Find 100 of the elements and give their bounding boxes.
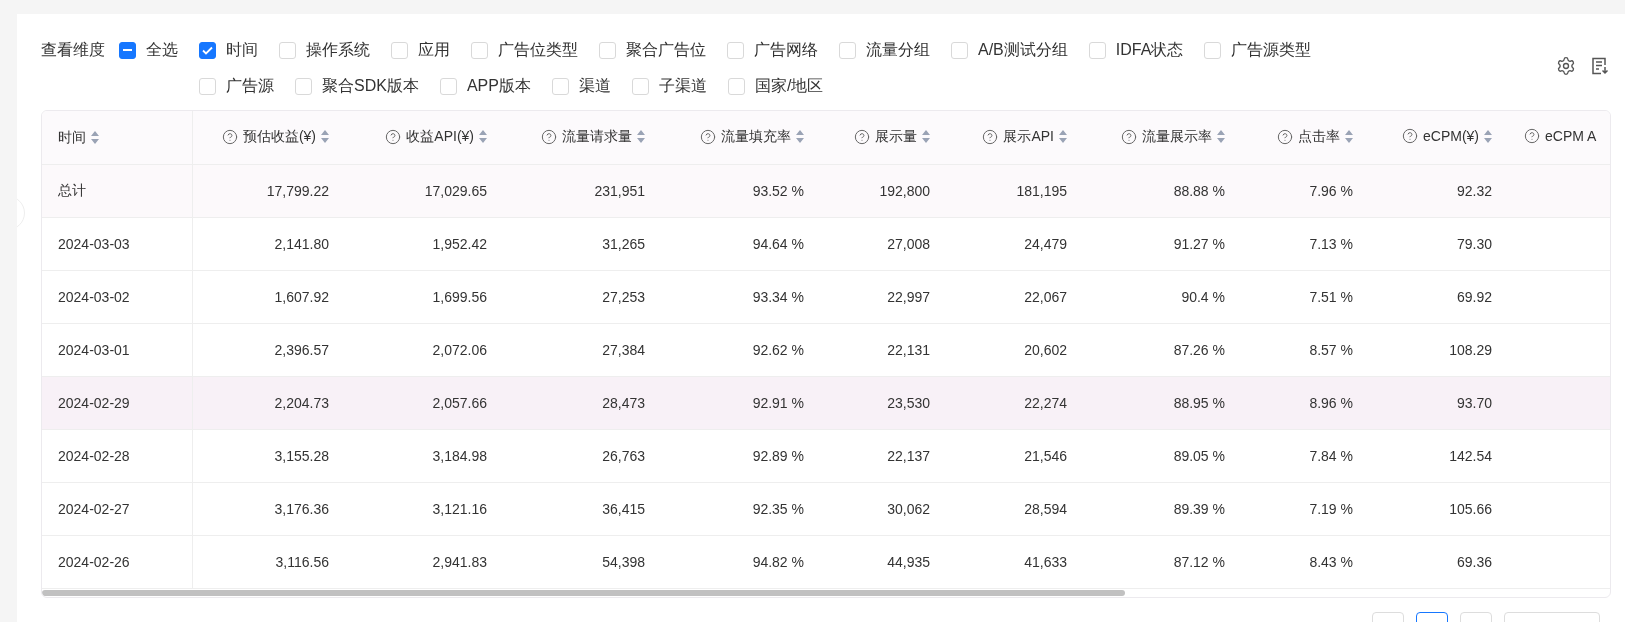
checkbox-label[interactable]: IDFA状态 xyxy=(1115,39,1184,61)
help-icon[interactable] xyxy=(1402,128,1418,144)
column-header[interactable]: 展示API xyxy=(946,111,1083,165)
column-header[interactable]: 展示量 xyxy=(820,111,946,165)
table-cell: 3,176.36 xyxy=(192,482,345,536)
table-cell: 8.96 % xyxy=(1241,376,1369,430)
sort-icon[interactable] xyxy=(321,130,329,143)
table-cell: 69.36 xyxy=(1369,535,1508,589)
table-cell: 2024-03-01 xyxy=(42,323,192,377)
table-cell: 94.82 % xyxy=(661,535,820,589)
sort-icon[interactable] xyxy=(91,131,99,144)
column-header[interactable]: eCPM(¥) xyxy=(1369,111,1508,165)
checkbox-label[interactable]: 广告网络 xyxy=(754,39,818,61)
check-icon xyxy=(202,45,213,55)
help-icon[interactable] xyxy=(385,128,402,145)
table-cell: 7.96 % xyxy=(1241,164,1369,218)
checkbox[interactable] xyxy=(119,41,136,59)
help-icon[interactable] xyxy=(982,128,999,145)
table-cell: 7.51 % xyxy=(1241,270,1369,324)
table-cell: 92.32 xyxy=(1369,164,1508,218)
checkbox-label[interactable]: 子渠道 xyxy=(658,75,707,97)
table-cell: 93.70 xyxy=(1369,376,1508,430)
table-cell: 17,029.65 xyxy=(345,164,503,218)
table-cell: 91.27 % xyxy=(1083,217,1241,271)
table-cell: 2,141.80 xyxy=(192,217,345,271)
table-cell: 93.52 % xyxy=(661,164,820,218)
checkbox-label[interactable]: 应用 xyxy=(418,39,450,61)
help-icon[interactable] xyxy=(1277,128,1293,145)
column-header[interactable]: 流量请求量 xyxy=(503,111,661,165)
table-cell: 92.91 % xyxy=(661,376,820,430)
checkbox-label[interactable]: 流量分组 xyxy=(866,39,930,61)
table-cell: 41,633 xyxy=(946,535,1083,589)
sort-icon[interactable] xyxy=(1484,129,1492,143)
column-header[interactable]: 收益API(¥) xyxy=(345,111,503,165)
table-cell: 2,941.83 xyxy=(345,535,503,589)
settings-icon[interactable] xyxy=(1556,56,1576,76)
table-cell: 3,116.56 xyxy=(192,535,345,589)
help-icon[interactable] xyxy=(541,128,557,145)
table-cell: 92.89 % xyxy=(661,429,820,483)
table-cell: 31,265 xyxy=(503,217,661,271)
table-cell: 3,184.98 xyxy=(345,429,503,483)
table-cell: 88.95 % xyxy=(1083,376,1241,430)
help-icon[interactable] xyxy=(1121,128,1137,145)
table-cell: 90.4 % xyxy=(1083,270,1241,324)
help-icon[interactable] xyxy=(221,128,238,145)
filter-label: 查看维度 xyxy=(41,40,105,60)
checkbox-label[interactable]: 广告位类型 xyxy=(498,39,578,61)
table-cell: 总计 xyxy=(42,164,192,218)
table-cell: 2024-03-03 xyxy=(42,217,192,271)
scrollbar-thumb[interactable] xyxy=(42,590,1125,596)
table-cell: 92.62 % xyxy=(661,323,820,377)
table-cell: 26,763 xyxy=(503,429,661,483)
sort-icon[interactable] xyxy=(1345,130,1353,143)
checkbox-label[interactable]: 全选 xyxy=(146,39,178,61)
sort-icon[interactable] xyxy=(1217,130,1225,143)
sort-icon[interactable] xyxy=(1059,130,1067,143)
table-cell: 7.84 % xyxy=(1241,429,1369,483)
checkbox-label[interactable]: 国家/地区 xyxy=(754,75,824,97)
help-icon[interactable] xyxy=(854,128,870,145)
column-header[interactable]: 流量填充率 xyxy=(661,111,820,165)
checkbox-label[interactable]: 聚合SDK版本 xyxy=(322,75,419,97)
table-cell: 28,473 xyxy=(503,376,661,430)
table-cell: 2,072.06 xyxy=(345,323,503,377)
table-cell: 20,602 xyxy=(946,323,1083,377)
table-cell: 2024-03-02 xyxy=(42,270,192,324)
column-header[interactable]: 流量展示率 xyxy=(1083,111,1241,165)
table-cell: 24,479 xyxy=(946,217,1083,271)
table-cell: 22,131 xyxy=(820,323,946,377)
checkbox-label[interactable]: 广告源类型 xyxy=(1231,39,1312,61)
column-header[interactable]: 点击率 xyxy=(1241,111,1369,165)
table-cell: 22,137 xyxy=(820,429,946,483)
help-icon[interactable] xyxy=(1524,128,1540,144)
checkbox-label[interactable]: APP版本 xyxy=(466,75,531,97)
checkbox-label[interactable]: 操作系统 xyxy=(306,39,370,61)
table-cell: 1,699.56 xyxy=(345,270,503,324)
column-header[interactable]: 预估收益(¥) xyxy=(192,111,345,165)
table-cell: 1,952.42 xyxy=(345,217,503,271)
help-icon[interactable] xyxy=(700,128,716,145)
export-list-icon[interactable] xyxy=(1590,56,1610,76)
table-cell: 192,800 xyxy=(820,164,946,218)
table-cell: 89.39 % xyxy=(1083,482,1241,536)
column-header[interactable]: 时间 xyxy=(42,111,192,165)
column-header[interactable]: eCPM A xyxy=(1508,111,1610,165)
checkbox-label[interactable]: A/B测试分组 xyxy=(978,39,1068,61)
table-cell: 87.12 % xyxy=(1083,535,1241,589)
table-cell: 7.13 % xyxy=(1241,217,1369,271)
checkbox-label[interactable]: 广告源 xyxy=(226,75,274,97)
sort-icon[interactable] xyxy=(796,130,804,143)
table-cell: 181,195 xyxy=(946,164,1083,218)
checkbox-label[interactable]: 聚合广告位 xyxy=(626,39,706,61)
table-cell: 2,057.66 xyxy=(345,376,503,430)
checkbox-label[interactable]: 时间 xyxy=(226,39,258,61)
sort-icon[interactable] xyxy=(479,130,487,143)
sort-icon[interactable] xyxy=(637,130,645,143)
table-cell: 3,155.28 xyxy=(192,429,345,483)
sort-icon[interactable] xyxy=(922,130,930,143)
table-cell: 22,274 xyxy=(946,376,1083,430)
checkbox[interactable] xyxy=(199,41,216,59)
checkbox-label[interactable]: 渠道 xyxy=(578,75,611,97)
table-cell: 108.29 xyxy=(1369,323,1508,377)
